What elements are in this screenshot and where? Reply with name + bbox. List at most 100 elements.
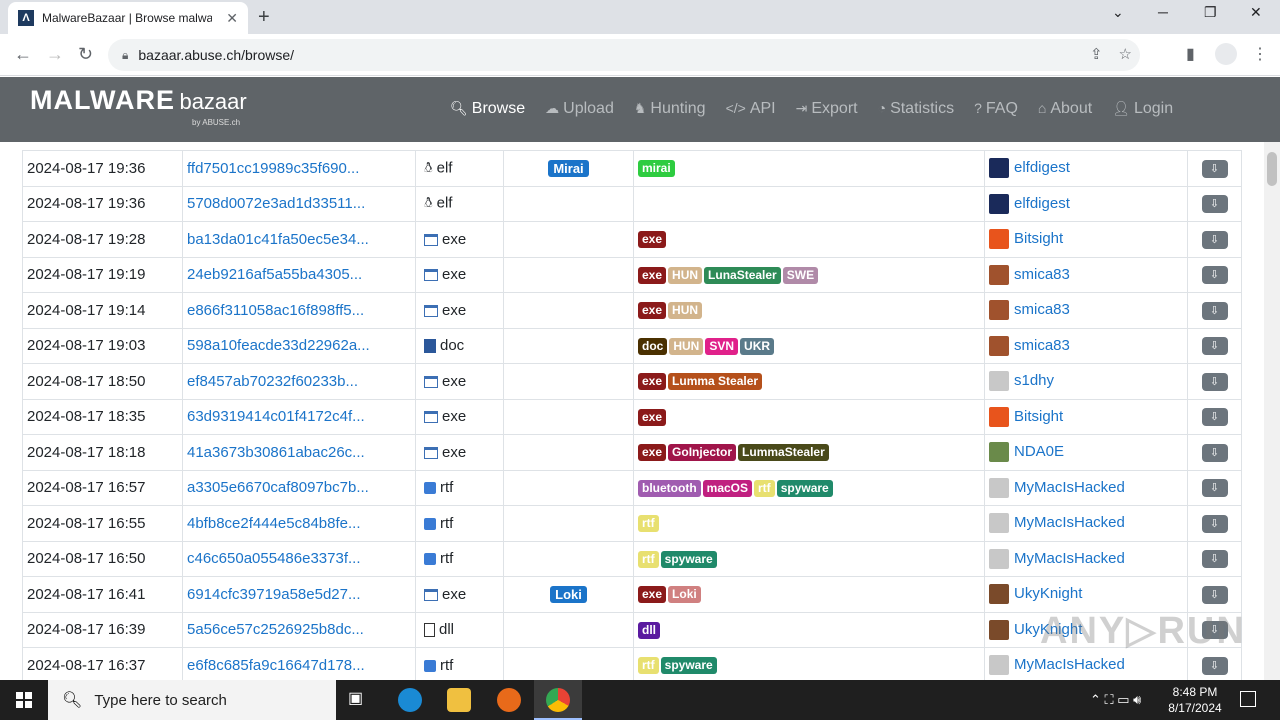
reporter-cell[interactable]: smica83 [984,292,1188,329]
nav-faq[interactable]: ? FAQ [974,100,1018,118]
reporter-cell[interactable]: s1dhy [984,363,1188,400]
tag-badge[interactable]: HUN [668,302,703,320]
download-icon[interactable]: ⇩ [1201,337,1228,356]
reporter-link[interactable]: elfdigest [1014,159,1070,176]
side-panel-icon[interactable]: ▮ [1186,44,1195,64]
tab-search-chevron-icon[interactable]: ⌄ [1112,4,1124,21]
reporter-cell[interactable]: NDA0E [984,434,1188,471]
reporter-link[interactable]: elfdigest [1014,195,1070,212]
notification-icon[interactable] [1240,691,1256,707]
reporter-link[interactable]: MyMacIsHacked [1014,479,1125,496]
tag-badge[interactable]: exe [638,586,667,604]
task-view-icon[interactable]: ▣ [348,688,372,712]
reporter-cell[interactable]: Bitsight [984,221,1188,258]
signature-badge[interactable]: Mirai [548,159,589,177]
download-icon[interactable]: ⇩ [1201,550,1228,569]
sha256-link[interactable]: ba13da01c41fa50ec5e34... [182,221,416,258]
tag-badge[interactable]: spyware [660,657,717,675]
reporter-cell[interactable]: Bitsight [984,398,1188,435]
tag-badge[interactable]: exe [638,302,667,320]
sha256-link[interactable]: c46c650a055486e3373f... [182,540,416,577]
sha256-link[interactable]: 63d9319414c01f4172c4f... [182,398,416,435]
tag-badge[interactable]: mirai [638,160,675,178]
nav-statistics[interactable]: ◔ Statistics [878,100,954,118]
tag-badge[interactable]: doc [638,337,668,355]
tag-badge[interactable]: rtf [638,515,659,533]
system-tray[interactable]: ⌃ ⛶ ▭ 🔊︎ [1090,692,1141,708]
chrome-taskbar-button[interactable] [534,680,582,720]
sha256-link[interactable]: e866f311058ac16f898ff5... [182,292,416,329]
tag-badge[interactable]: exe [638,266,667,284]
reporter-cell[interactable]: MyMacIsHacked [984,469,1188,506]
share-icon[interactable]: ⇪ [1090,45,1103,63]
reporter-cell[interactable]: elfdigest [984,150,1188,187]
download-icon[interactable]: ⇩ [1201,372,1228,391]
sha256-link[interactable]: 5708d0072e3ad1d33511... [182,185,416,222]
download-icon[interactable]: ⇩ [1201,195,1228,214]
tag-badge[interactable]: Loki [668,586,701,604]
reporter-cell[interactable]: UkyKnight [984,576,1188,613]
tag-badge[interactable]: exe [638,373,667,391]
scroll-thumb[interactable] [1267,152,1277,186]
tag-badge[interactable]: exe [638,231,667,249]
reporter-link[interactable]: MyMacIsHacked [1014,550,1125,567]
tag-badge[interactable]: dll [638,621,660,639]
reporter-link[interactable]: MyMacIsHacked [1014,656,1125,673]
download-icon[interactable]: ⇩ [1201,443,1228,462]
download-icon[interactable]: ⇩ [1201,159,1228,178]
reporter-cell[interactable]: MyMacIsHacked [984,540,1188,577]
tag-badge[interactable]: LummaStealer [738,444,829,462]
browser-menu-icon[interactable]: ⋮ [1252,44,1268,64]
reporter-link[interactable]: smica83 [1014,266,1070,283]
reporter-link[interactable]: UkyKnight [1014,585,1082,602]
signature-badge[interactable]: Loki [550,585,587,603]
reporter-link[interactable]: MyMacIsHacked [1014,514,1125,531]
sha256-link[interactable]: 41a3673b30861abac26c... [182,434,416,471]
firefox-icon[interactable] [497,688,521,712]
close-window-button[interactable]: ✕ [1250,4,1262,21]
tag-badge[interactable]: SWE [782,266,819,284]
download-icon[interactable]: ⇩ [1201,230,1228,249]
close-tab-icon[interactable]: ✕ [226,10,238,27]
tag-badge[interactable]: rtf [754,479,775,497]
tag-badge[interactable]: GoInjector [668,444,737,462]
file-explorer-icon[interactable] [447,688,471,712]
tag-badge[interactable]: bluetooth [638,479,701,497]
nav-browse[interactable]: 🔍︎ Browse [450,100,525,118]
browser-tab[interactable]: Λ MalwareBazaar | Browse malware ✕ [8,2,248,34]
tag-badge[interactable]: HUN [668,266,703,284]
reporter-link[interactable]: smica83 [1014,301,1070,318]
edge-icon[interactable] [398,688,422,712]
reporter-link[interactable]: s1dhy [1014,372,1054,389]
nav-hunting[interactable]: ♞ Hunting [634,100,706,118]
download-icon[interactable]: ⇩ [1201,266,1228,285]
forward-button[interactable]: → [46,44,64,65]
reporter-cell[interactable]: elfdigest [984,185,1188,222]
reporter-link[interactable]: smica83 [1014,337,1070,354]
restore-button[interactable]: ❐ [1204,4,1217,21]
sha256-link[interactable]: ef8457ab70232f60233b... [182,363,416,400]
tag-badge[interactable]: UKR [740,337,775,355]
reporter-cell[interactable]: MyMacIsHacked [984,505,1188,542]
nav-api[interactable]: </> API [726,100,776,118]
reload-button[interactable]: ↻ [78,44,93,65]
minimize-button[interactable]: ─ [1158,4,1168,20]
download-icon[interactable]: ⇩ [1201,301,1228,320]
lock-icon[interactable]: 🔒︎ [122,48,128,63]
tag-badge[interactable]: rtf [638,550,659,568]
tag-badge[interactable]: spyware [660,550,717,568]
reporter-link[interactable]: Bitsight [1014,230,1063,247]
sha256-link[interactable]: a3305e6670caf8097bc7b... [182,469,416,506]
sha256-link[interactable]: 4bfb8ce2f444e5c84b8fe... [182,505,416,542]
sha256-link[interactable]: 598a10feacde33d22962a... [182,327,416,364]
sha256-link[interactable]: ffd7501cc19989c35f690... [182,150,416,187]
download-icon[interactable]: ⇩ [1201,585,1228,604]
page-scrollbar[interactable] [1264,142,1280,680]
tag-badge[interactable]: SVN [705,337,739,355]
profile-avatar[interactable] [1215,43,1237,70]
tag-badge[interactable]: rtf [638,657,659,675]
taskbar-clock[interactable]: 8:48 PM 8/17/2024 [1160,684,1230,716]
download-icon[interactable]: ⇩ [1201,514,1228,533]
tag-badge[interactable]: exe [638,408,667,426]
tag-badge[interactable]: spyware [776,479,833,497]
